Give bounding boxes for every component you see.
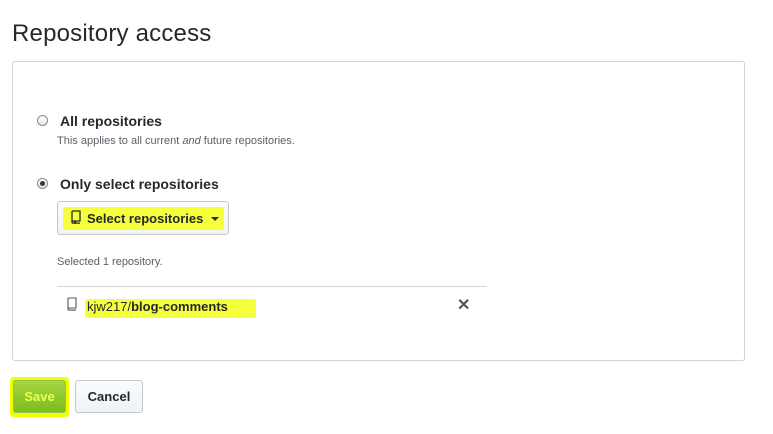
select-repositories-label[interactable]: Only select repositories	[60, 176, 219, 192]
note-suffix: future repositories.	[200, 135, 295, 147]
save-button[interactable]: Save	[13, 380, 66, 413]
note-prefix: This applies to all current	[57, 135, 183, 147]
chevron-down-icon	[211, 217, 220, 221]
repo-name[interactable]: kjw217/blog-comments	[87, 299, 228, 314]
all-repositories-label[interactable]: All repositories	[60, 113, 162, 129]
repo-owner: kjw217	[87, 299, 128, 314]
select-button-content: Select repositories	[58, 209, 220, 227]
all-repositories-note: This applies to all current and future r…	[57, 135, 295, 147]
select-repositories-button-label: Select repositories	[87, 210, 204, 226]
page-title: Repository access	[12, 20, 212, 47]
repo-title: blog-comments	[131, 299, 228, 314]
select-repositories-radio[interactable]	[37, 178, 48, 189]
repository-access-page: Repository access All repositories This …	[0, 0, 773, 434]
repo-icon	[70, 209, 82, 227]
list-item: kjw217/blog-comments ✕	[57, 287, 487, 327]
select-repositories-button[interactable]: Select repositories	[57, 201, 229, 235]
all-repositories-radio[interactable]	[37, 115, 48, 126]
close-icon[interactable]: ✕	[457, 298, 470, 314]
cancel-button[interactable]: Cancel	[75, 380, 143, 413]
selected-count-text: Selected 1 repository.	[57, 256, 163, 268]
repo-icon	[66, 297, 78, 316]
note-emphasis: and	[182, 135, 201, 147]
